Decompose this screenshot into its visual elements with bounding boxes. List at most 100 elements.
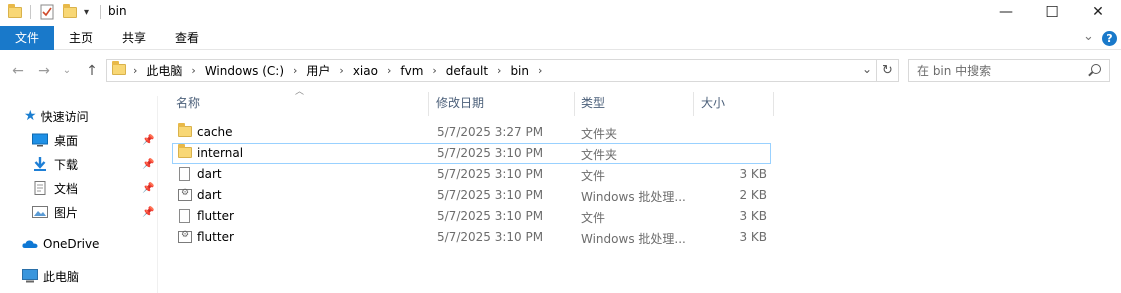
chevron-right-icon[interactable]: › bbox=[380, 64, 398, 77]
breadcrumb-default[interactable]: default bbox=[444, 64, 490, 78]
column-header-date[interactable]: 修改日期 bbox=[430, 92, 574, 116]
onedrive-icon bbox=[22, 237, 38, 251]
file-row-focused[interactable]: internal 5/7/2025 3:10 PM 文件夹 bbox=[172, 143, 771, 164]
address-dropdown-icon[interactable]: ⌄ bbox=[862, 62, 872, 76]
folder-icon[interactable] bbox=[8, 3, 22, 20]
file-type: Windows 批处理... bbox=[581, 232, 686, 246]
file-type: 文件夹 bbox=[581, 127, 618, 141]
breadcrumb-bin[interactable]: bin bbox=[508, 64, 531, 78]
column-header-name[interactable]: 名称 bbox=[170, 92, 428, 116]
back-button[interactable]: ← bbox=[8, 62, 28, 80]
chevron-right-icon[interactable]: › bbox=[425, 64, 443, 77]
file-size: 3 KB bbox=[739, 230, 767, 244]
nav-quick-access[interactable]: ★ 快速访问 bbox=[24, 106, 89, 126]
pin-icon[interactable]: 📌 bbox=[142, 135, 154, 146]
breadcrumb-fvm[interactable]: fvm bbox=[398, 64, 425, 78]
star-icon: ★ bbox=[24, 108, 37, 124]
desktop-icon bbox=[32, 133, 48, 147]
batch-file-icon bbox=[178, 230, 192, 246]
search-icon[interactable] bbox=[1091, 64, 1101, 74]
file-type: 文件 bbox=[581, 169, 606, 183]
nav-item-label: 桌面 bbox=[54, 133, 79, 148]
file-date: 5/7/2025 3:10 PM bbox=[437, 146, 544, 160]
forward-button[interactable]: → bbox=[34, 62, 54, 80]
close-button[interactable]: ✕ bbox=[1075, 0, 1121, 24]
nav-item-pictures[interactable]: 图片 bbox=[32, 202, 78, 222]
minimize-button[interactable]: — bbox=[983, 0, 1029, 24]
nav-item-desktop[interactable]: 桌面 bbox=[32, 130, 78, 150]
chevron-right-icon[interactable]: › bbox=[184, 64, 202, 77]
breadcrumb-xiao[interactable]: xiao bbox=[351, 64, 380, 78]
file-name: internal bbox=[197, 146, 244, 160]
up-button[interactable]: ↑ bbox=[82, 62, 102, 80]
title-bar: ▾ bin — ☐ ✕ bbox=[0, 0, 1121, 26]
refresh-button[interactable]: ↻ bbox=[877, 59, 899, 82]
file-name: flutter bbox=[197, 230, 234, 244]
file-icon bbox=[179, 167, 190, 184]
search-box[interactable] bbox=[908, 59, 1110, 82]
folder-icon bbox=[112, 60, 126, 78]
tab-share[interactable]: 共享 bbox=[115, 26, 153, 50]
download-icon bbox=[32, 157, 48, 171]
picture-icon bbox=[32, 205, 48, 219]
breadcrumb-users[interactable]: 用户 bbox=[304, 62, 332, 79]
chevron-right-icon[interactable]: › bbox=[490, 64, 508, 77]
batch-file-icon bbox=[178, 188, 192, 204]
pin-icon[interactable]: 📌 bbox=[142, 159, 154, 170]
help-icon[interactable]: ? bbox=[1102, 31, 1117, 46]
chevron-right-icon[interactable]: › bbox=[332, 64, 350, 77]
column-divider[interactable] bbox=[773, 92, 774, 116]
nav-onedrive[interactable]: OneDrive bbox=[22, 234, 99, 254]
tab-view[interactable]: 查看 bbox=[168, 26, 206, 50]
file-date: 5/7/2025 3:10 PM bbox=[437, 209, 544, 223]
column-divider[interactable] bbox=[428, 92, 429, 116]
tab-file[interactable]: 文件 bbox=[0, 26, 54, 50]
ribbon: 文件 主页 共享 查看 ⌄ ? bbox=[0, 26, 1121, 50]
new-folder-icon[interactable] bbox=[63, 3, 77, 20]
file-name: dart bbox=[197, 188, 222, 202]
file-date: 5/7/2025 3:10 PM bbox=[437, 167, 544, 181]
file-name: dart bbox=[197, 167, 222, 181]
column-divider[interactable] bbox=[693, 92, 694, 116]
nav-this-pc-label: 此电脑 bbox=[43, 269, 80, 284]
column-header-size[interactable]: 大小 bbox=[695, 92, 773, 116]
file-date: 5/7/2025 3:10 PM bbox=[437, 230, 544, 244]
breadcrumb-drive[interactable]: Windows (C:) bbox=[203, 64, 286, 78]
pin-icon[interactable]: 📌 bbox=[142, 183, 154, 194]
file-row[interactable]: flutter 5/7/2025 3:10 PM 文件 3 KB bbox=[172, 206, 771, 227]
maximize-button[interactable]: ☐ bbox=[1029, 0, 1075, 24]
file-type: 文件 bbox=[581, 211, 606, 225]
file-name: flutter bbox=[197, 209, 234, 223]
computer-icon bbox=[22, 269, 38, 283]
nav-item-documents[interactable]: 文档 bbox=[32, 178, 78, 198]
tab-home[interactable]: 主页 bbox=[62, 26, 100, 50]
nav-item-downloads[interactable]: 下载 bbox=[32, 154, 78, 174]
file-type: Windows 批处理... bbox=[581, 190, 686, 204]
properties-icon[interactable] bbox=[40, 4, 54, 20]
column-header-type[interactable]: 类型 bbox=[575, 92, 693, 116]
ribbon-expand-icon[interactable]: ⌄ bbox=[1083, 29, 1094, 44]
nav-this-pc[interactable]: 此电脑 bbox=[22, 266, 79, 286]
pin-icon[interactable]: 📌 bbox=[142, 207, 154, 218]
file-row[interactable]: flutter 5/7/2025 3:10 PM Windows 批处理... … bbox=[172, 227, 771, 248]
recent-locations-icon[interactable]: ⌄ bbox=[60, 62, 74, 80]
nav-onedrive-label: OneDrive bbox=[43, 237, 100, 251]
window-title: bin bbox=[108, 4, 127, 18]
chevron-right-icon[interactable]: › bbox=[286, 64, 304, 77]
file-row[interactable]: cache 5/7/2025 3:27 PM 文件夹 bbox=[172, 122, 771, 143]
file-row[interactable]: dart 5/7/2025 3:10 PM 文件 3 KB bbox=[172, 164, 771, 185]
file-size: 2 KB bbox=[739, 188, 767, 202]
breadcrumb-this-pc[interactable]: 此电脑 bbox=[144, 62, 184, 79]
customize-toolbar-icon[interactable]: ▾ bbox=[84, 4, 89, 20]
file-row[interactable]: dart 5/7/2025 3:10 PM Windows 批处理... 2 K… bbox=[172, 185, 771, 206]
nav-quick-access-label: 快速访问 bbox=[40, 109, 89, 124]
search-input[interactable] bbox=[909, 60, 1079, 81]
file-type: 文件夹 bbox=[581, 148, 618, 162]
chevron-right-icon[interactable]: › bbox=[531, 64, 549, 77]
folder-icon bbox=[178, 123, 192, 140]
chevron-right-icon[interactable]: › bbox=[126, 64, 144, 77]
divider bbox=[100, 5, 101, 19]
address-bar[interactable]: › 此电脑 › Windows (C:) › 用户 › xiao › fvm ›… bbox=[106, 59, 877, 82]
file-date: 5/7/2025 3:27 PM bbox=[437, 125, 544, 139]
file-size: 3 KB bbox=[739, 209, 767, 223]
